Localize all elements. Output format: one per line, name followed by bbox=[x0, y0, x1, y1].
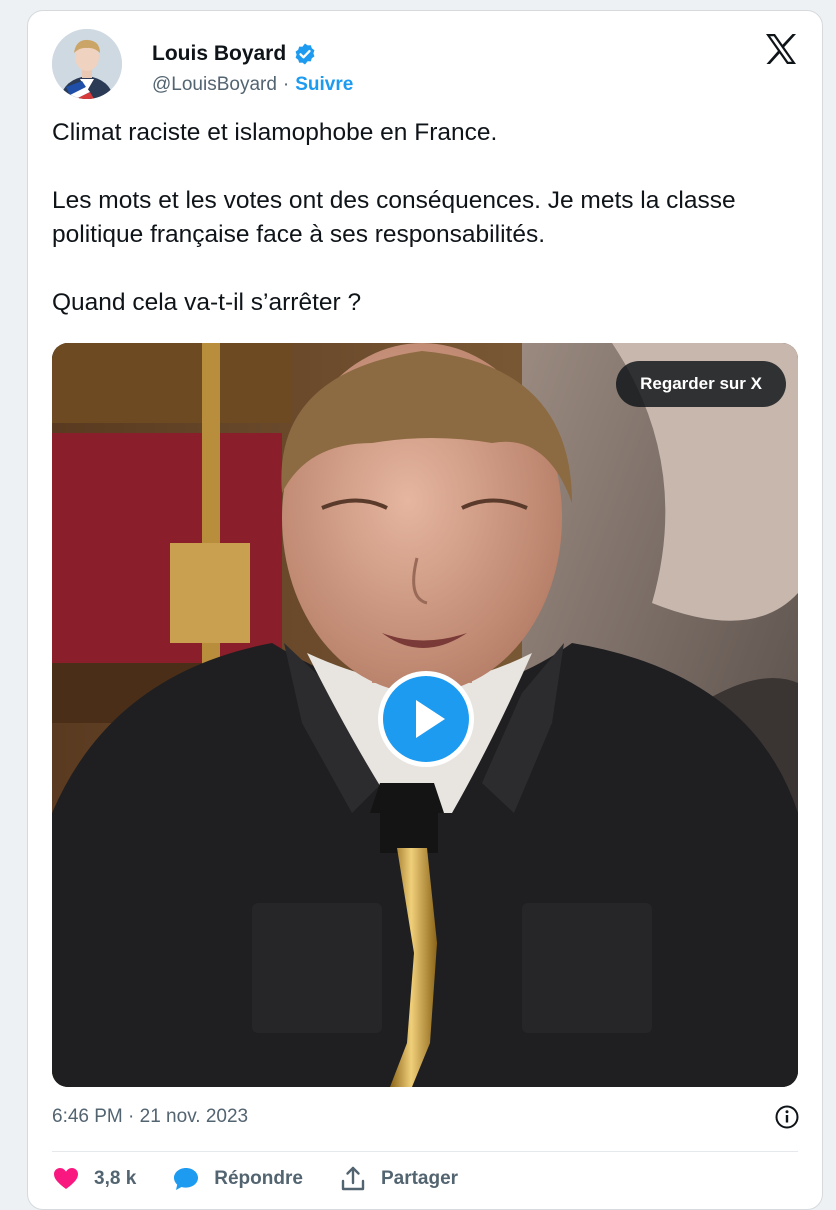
author-handle[interactable]: @LouisBoyard bbox=[152, 74, 277, 96]
author-name-row: Louis Boyard bbox=[152, 38, 317, 70]
like-count: 3,8 k bbox=[94, 1168, 137, 1189]
verified-badge-icon bbox=[295, 43, 315, 65]
reply-label: Répondre bbox=[214, 1168, 303, 1189]
tweet-paragraph: Climat raciste et islamophobe en France. bbox=[52, 119, 498, 146]
share-arrow-icon bbox=[341, 1166, 365, 1191]
video-player[interactable]: Regarder sur X bbox=[52, 343, 798, 1087]
play-button-face bbox=[383, 676, 469, 762]
tweet-paragraph: Les mots et les votes ont des conséquenc… bbox=[52, 187, 736, 248]
watch-on-x-button[interactable]: Regarder sur X bbox=[616, 361, 786, 407]
divider bbox=[52, 1151, 798, 1152]
share-button[interactable]: Partager bbox=[339, 1165, 458, 1193]
follow-button[interactable]: Suivre bbox=[295, 74, 353, 96]
separator-dot: · bbox=[282, 74, 290, 95]
play-button[interactable] bbox=[378, 671, 474, 767]
author-name[interactable]: Louis Boyard bbox=[152, 42, 286, 66]
tweet-header: Louis Boyard @LouisBoyard · Suivre bbox=[52, 29, 802, 101]
tweet-actions: 3,8 k Répondre Partager bbox=[52, 1159, 494, 1199]
heart-icon bbox=[54, 1168, 78, 1189]
tweet-card: Louis Boyard @LouisBoyard · Suivre Clima… bbox=[27, 10, 823, 1210]
play-icon bbox=[416, 700, 445, 738]
tweet-paragraph: Quand cela va-t-il s’arrêter ? bbox=[52, 289, 362, 316]
reply-button[interactable]: Répondre bbox=[172, 1165, 303, 1193]
share-label: Partager bbox=[380, 1168, 459, 1189]
info-icon[interactable] bbox=[774, 1104, 800, 1130]
tweet-meta: 6:46 PM · 21 nov. 2023 bbox=[52, 1099, 800, 1135]
avatar[interactable] bbox=[52, 29, 122, 99]
tweet-timestamp[interactable]: 6:46 PM · 21 nov. 2023 bbox=[52, 1106, 248, 1128]
x-logo-icon[interactable] bbox=[763, 31, 799, 67]
like-button[interactable]: 3,8 k bbox=[52, 1165, 136, 1193]
author-handle-row: @LouisBoyard · Suivre bbox=[152, 71, 353, 99]
tweet-text: Climat raciste et islamophobe en France.… bbox=[52, 116, 792, 320]
speech-bubble-icon bbox=[174, 1168, 199, 1190]
